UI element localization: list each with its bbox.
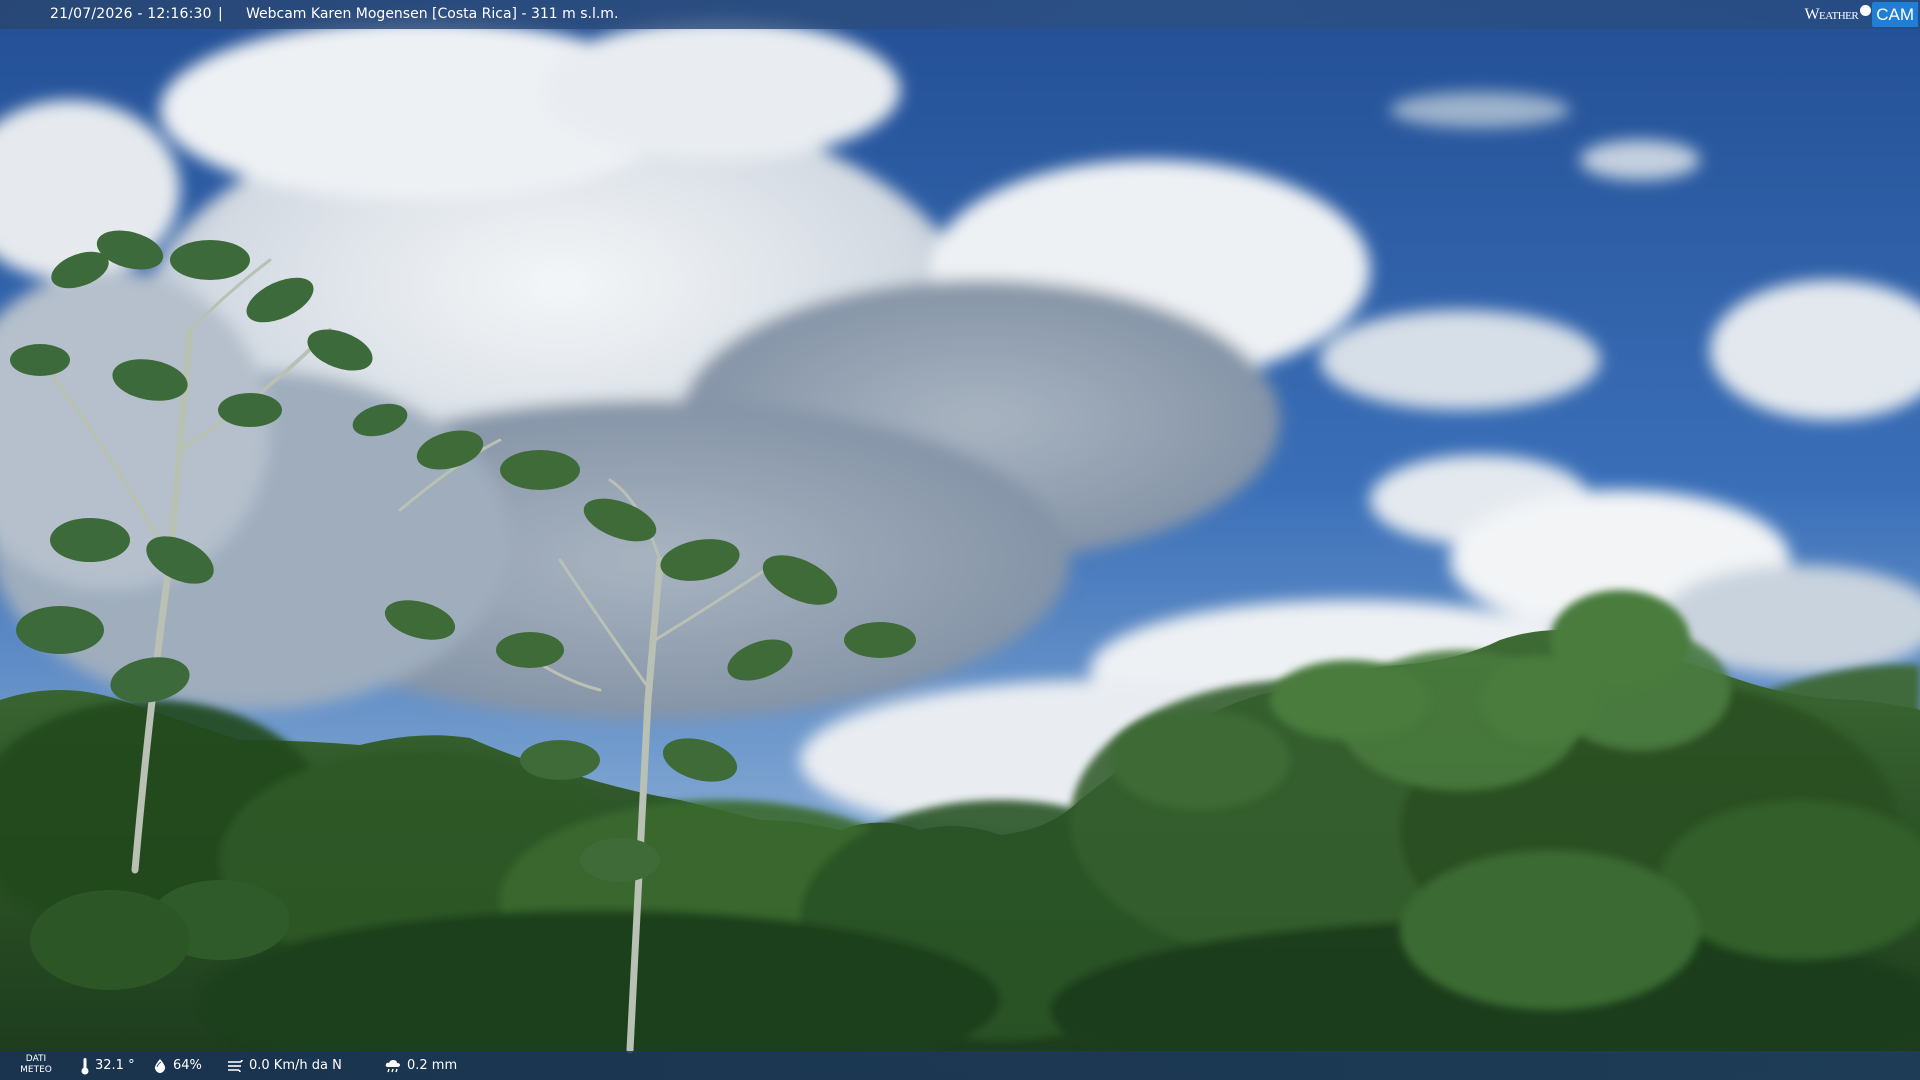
logo-word-weather: Weather	[1804, 6, 1859, 23]
header-separator: |	[218, 6, 223, 22]
rain-cloud-icon	[385, 1059, 400, 1072]
thermometer-icon	[81, 1057, 89, 1074]
weathercam-logo: Weather CAM	[1804, 2, 1918, 27]
temperature-value: 32.1 °	[95, 1058, 135, 1073]
timestamp: 21/07/2026 - 12:16:30	[50, 6, 212, 22]
weather-data-bar: DATI METEO 32.1 ° 64% 0.0 Km/h da N 0.2 …	[0, 1051, 1920, 1080]
wind-reading: 0.0 Km/h da N	[226, 1051, 342, 1080]
humidity-reading: 64%	[152, 1051, 202, 1080]
weather-data-label: DATI METEO	[20, 1054, 52, 1076]
webcam-caption: Webcam Karen Mogensen [Costa Rica] - 311…	[246, 6, 619, 22]
temperature-reading: 32.1 °	[80, 1051, 135, 1080]
webcam-frame: 21/07/2026 - 12:16:30 | Webcam Karen Mog…	[0, 0, 1920, 1080]
webcam-scene	[0, 0, 1920, 1080]
rain-reading: 0.2 mm	[384, 1051, 457, 1080]
logo-word-cam: CAM	[1872, 2, 1918, 27]
logo-dot-icon	[1860, 5, 1872, 16]
wind-icon	[228, 1059, 243, 1072]
weather-label-line2: METEO	[20, 1065, 52, 1075]
wind-value: 0.0 Km/h da N	[249, 1058, 342, 1073]
rain-value: 0.2 mm	[407, 1058, 458, 1073]
humidity-value: 64%	[173, 1058, 202, 1073]
weather-label-line1: DATI	[25, 1054, 47, 1064]
drop-icon	[154, 1058, 166, 1073]
top-info-bar: 21/07/2026 - 12:16:30 | Webcam Karen Mog…	[0, 0, 1920, 29]
